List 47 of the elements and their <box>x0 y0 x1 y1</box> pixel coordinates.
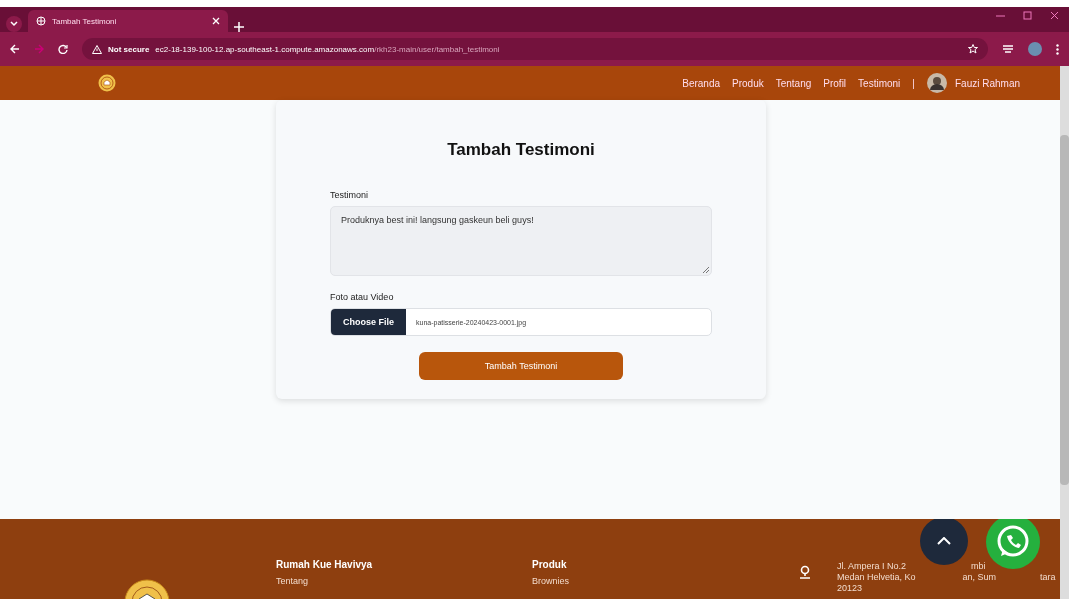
form-title: Tambah Testimoni <box>446 140 596 160</box>
plus-icon[interactable] <box>234 22 244 32</box>
logo-icon[interactable] <box>98 74 116 92</box>
warning-icon <box>92 44 102 54</box>
field-label: Testimoni <box>330 190 369 200</box>
nav-link[interactable]: Profil <box>823 77 847 89</box>
choose-file-button[interactable]: Choose File <box>331 309 406 335</box>
reload-icon[interactable] <box>58 44 68 54</box>
maximize-icon[interactable] <box>1023 11 1032 20</box>
extensions-icon[interactable] <box>1002 44 1014 54</box>
globe-icon <box>36 16 46 26</box>
address-bar[interactable]: Not secure ec2-18-139-100-12.ap-southeast-1.compute.amazonaws.com/rkh23-main/user/tambah_testimoni <box>82 38 988 60</box>
profile-icon[interactable] <box>1028 42 1042 56</box>
address-text: Medan Helvetia, Ko <box>837 572 916 583</box>
dropdown-icon[interactable] <box>6 16 22 32</box>
nav-separator: | <box>912 77 915 89</box>
avatar-icon <box>926 73 947 93</box>
chevron-up-icon <box>937 537 951 545</box>
user-menu[interactable]: Fauzi Rahman <box>926 73 1020 93</box>
testimonial-textarea[interactable]: Produknya best ini! langsung gaskeun beli guys! <box>330 206 712 276</box>
submit-button[interactable]: Tambah Testimoni <box>419 352 623 380</box>
address-text: mbi <box>971 561 986 572</box>
nav-link[interactable]: Beranda <box>682 77 721 89</box>
nav-link[interactable]: Tentang <box>775 77 812 89</box>
footer-heading: Rumah Kue Havivya <box>276 559 374 570</box>
star-icon[interactable] <box>968 44 978 54</box>
location-pin-icon <box>799 565 811 579</box>
field-label: Foto atau Video <box>330 292 395 302</box>
nav-link[interactable]: Testimoni <box>858 77 901 89</box>
scrollbar-thumb[interactable] <box>1060 135 1069 485</box>
address-text: an, Sum <box>962 572 997 583</box>
address-text: 20123 <box>837 583 863 594</box>
browser-tab[interactable]: Tambah Testimoni <box>28 10 228 32</box>
menu-icon[interactable] <box>1056 43 1059 55</box>
footer-link[interactable]: Tentang <box>276 576 532 586</box>
nav-link[interactable]: Produk <box>732 77 764 89</box>
whatsapp-button[interactable] <box>986 519 1040 569</box>
footer-heading: Produk <box>532 559 568 570</box>
resize-handle-icon[interactable] <box>703 267 709 273</box>
tab-title: Tambah Testimoni <box>52 16 118 26</box>
address-text: tara <box>1040 572 1056 583</box>
back-icon[interactable] <box>10 44 20 54</box>
footer-link[interactable]: Brownies <box>532 576 569 586</box>
address-text: Jl. Ampera I No.2 <box>837 561 907 572</box>
close-icon[interactable] <box>1050 11 1059 20</box>
url-text: ec2-18-139-100-12.ap-southeast-1.compute.amazonaws.com/rkh23-main/user/tambah_testimoni <box>155 44 500 54</box>
security-label: Not secure <box>108 44 150 54</box>
